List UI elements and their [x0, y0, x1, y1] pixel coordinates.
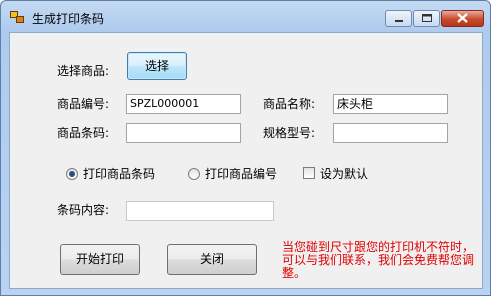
radio-selected-dot: [69, 171, 75, 177]
minimize-icon: [395, 20, 403, 22]
spec-field[interactable]: [333, 123, 448, 143]
start-print-button[interactable]: 开始打印: [60, 244, 140, 275]
print-barcode-option-label[interactable]: 打印商品条码: [83, 167, 155, 181]
close-window-button[interactable]: [441, 10, 484, 27]
title-bar[interactable]: 生成打印条码: [1, 1, 490, 31]
maximize-button[interactable]: [413, 10, 440, 27]
barcode-label: 商品条码:: [57, 126, 110, 140]
close-icon: [457, 13, 468, 23]
maximize-icon: [422, 14, 432, 22]
set-default-checkbox[interactable]: [303, 167, 315, 179]
product-code-field[interactable]: SPZL000001: [126, 94, 241, 114]
product-code-label: 商品编号:: [57, 97, 110, 111]
print-code-radio[interactable]: [188, 168, 200, 180]
print-code-option-label[interactable]: 打印商品编号: [205, 167, 277, 181]
minimize-button[interactable]: [385, 10, 412, 27]
print-barcode-radio[interactable]: [66, 168, 78, 180]
barcode-content-field[interactable]: [126, 201, 274, 221]
close-button[interactable]: 关闭: [167, 244, 257, 275]
set-default-label[interactable]: 设为默认: [320, 167, 368, 181]
select-product-button[interactable]: 选择: [127, 52, 187, 80]
form-panel: 选择商品: 选择 商品编号: SPZL000001 商品名称: 床头柜 商品条码…: [9, 32, 483, 289]
app-icon: [10, 11, 25, 24]
select-product-label: 选择商品:: [57, 64, 110, 78]
barcode-field[interactable]: [126, 123, 241, 143]
spec-label: 规格型号:: [263, 126, 316, 140]
notice-text: 当您碰到尺寸跟您的打印机不符时，可以与我们联系，我们会免费帮您调整。: [282, 240, 475, 280]
barcode-content-label: 条码内容:: [57, 203, 110, 217]
product-name-label: 商品名称:: [263, 97, 316, 111]
product-name-field[interactable]: 床头柜: [333, 94, 448, 114]
window-title: 生成打印条码: [32, 12, 105, 26]
app-window: 生成打印条码 选择商品: 选择 商品编号: SPZL000001 商品名称: 床…: [0, 0, 491, 296]
